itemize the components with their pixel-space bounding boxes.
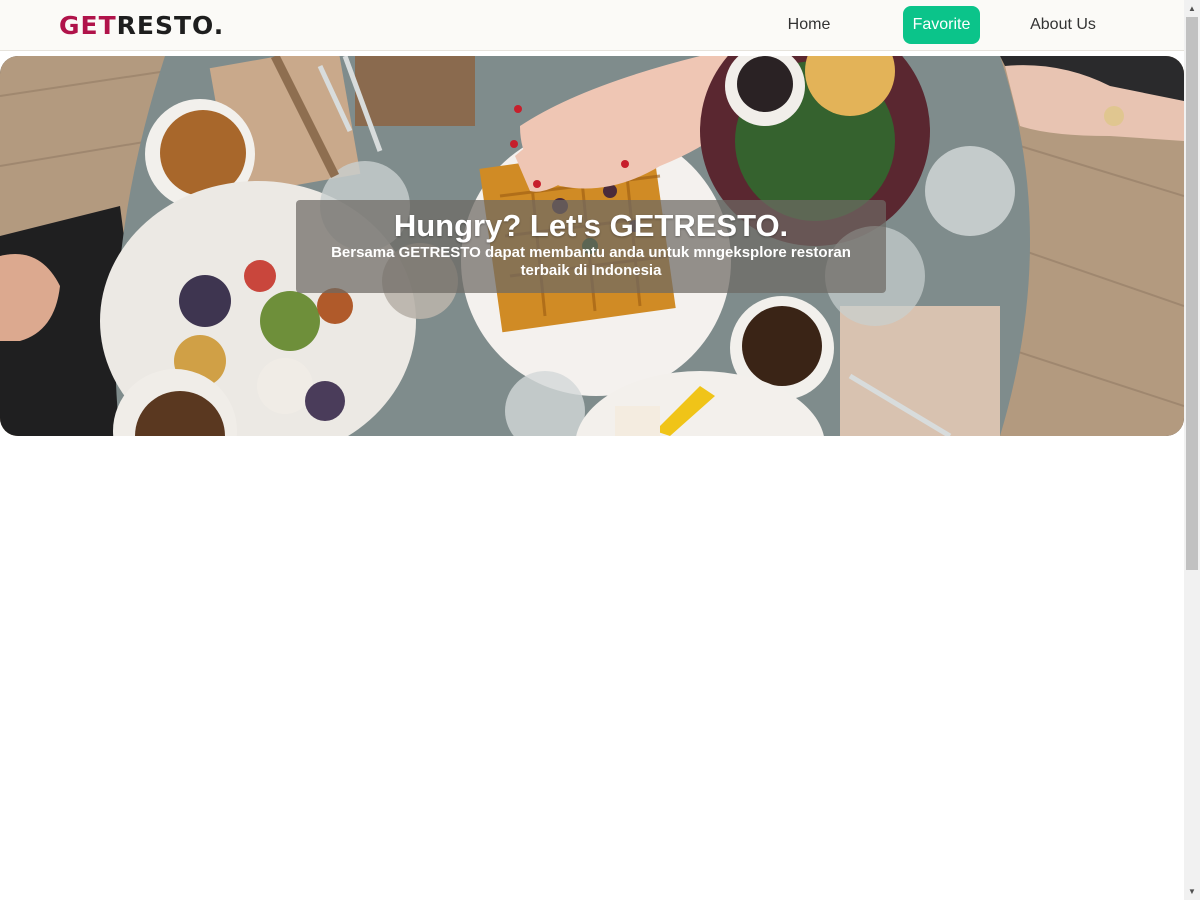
scroll-up-arrow-icon[interactable]: ▲ bbox=[1184, 0, 1200, 17]
page-scrollbar[interactable]: ▲ ▼ bbox=[1184, 0, 1200, 900]
scroll-thumb[interactable] bbox=[1186, 17, 1198, 570]
brand-accent: GET bbox=[59, 11, 117, 40]
hero-banner: Hungry? Let's GETRESTO. Bersama GETRESTO… bbox=[0, 56, 1184, 436]
hero-subtitle: Bersama GETRESTO dapat membantu anda unt… bbox=[331, 244, 851, 279]
navbar: GETRESTO. Home Favorite About Us bbox=[0, 0, 1184, 51]
brand-rest: RESTO. bbox=[116, 11, 225, 40]
hero-caption: Hungry? Let's GETRESTO. Bersama GETRESTO… bbox=[296, 200, 886, 293]
scroll-down-arrow-icon[interactable]: ▼ bbox=[1184, 883, 1200, 900]
nav-home-link[interactable]: Home bbox=[778, 6, 840, 44]
nav-favorite-link[interactable]: Favorite bbox=[903, 6, 980, 44]
nav-about-link[interactable]: About Us bbox=[1022, 6, 1104, 44]
brand-logo[interactable]: GETRESTO. bbox=[59, 11, 224, 41]
hero-title: Hungry? Let's GETRESTO. bbox=[393, 208, 789, 243]
